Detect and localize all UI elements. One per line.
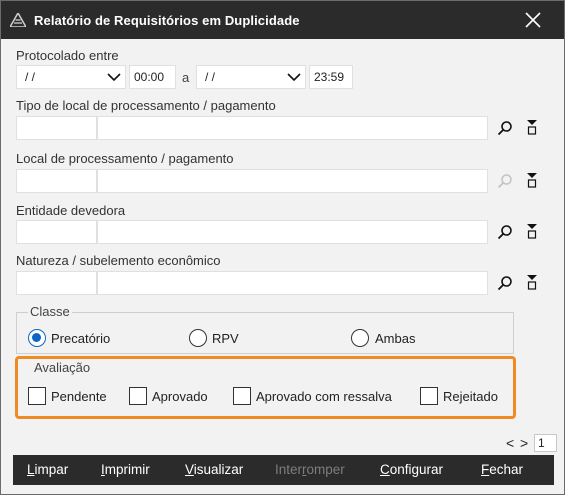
report-dialog: Relatório de Requisitórios em Duplicidad… [0,0,565,495]
radio-ambas-label[interactable]: Ambas [375,331,415,346]
natureza-code-input[interactable] [16,271,97,295]
chevron-down-icon [107,73,121,82]
date-to-value: / / [205,70,216,84]
avaliacao-group-title: Avaliação [32,360,93,375]
radio-precatorio[interactable] [28,329,46,347]
chevron-down-icon [287,73,301,82]
checkbox-rejeitado[interactable] [420,387,438,405]
clear-filter-icon[interactable] [524,172,540,188]
configurar-label: onfigurar [389,462,444,477]
visualizar-mnemonic: V [185,462,194,477]
interromper-label-pre: Inter [275,462,303,477]
natureza-desc-input[interactable] [97,271,488,295]
search-icon[interactable] [497,120,513,136]
checkbox-aprovado-label[interactable]: Aprovado [152,389,208,404]
tipo-local-code-input[interactable] [16,116,97,140]
page-number-input[interactable]: 1 [534,434,557,452]
radio-rpv-label[interactable]: RPV [212,331,239,346]
radio-precatorio-label[interactable]: Precatório [51,331,110,346]
checkbox-aprovado-ressalva-label[interactable]: Aprovado com ressalva [256,389,392,404]
window-title: Relatório de Requisitórios em Duplicidad… [34,13,300,28]
imprimir-label: mprimir [104,462,150,477]
tipo-local-label: Tipo de local de processamento / pagamen… [16,98,276,113]
radio-ambas[interactable] [351,329,369,347]
radio-rpv[interactable] [189,329,207,347]
configurar-mnemonic: C [380,462,390,477]
between-label: a [182,70,190,85]
local-label: Local de processamento / pagamento [16,151,234,166]
limpar-button[interactable]: Limpar [27,462,68,477]
search-icon[interactable] [497,275,513,291]
entidade-label: Entidade devedora [16,203,126,218]
date-to-select[interactable]: / / [196,65,306,89]
checkbox-pendente-label[interactable]: Pendente [51,389,107,404]
local-desc-input[interactable] [97,169,488,193]
limpar-mnemonic: L [27,462,35,477]
time-to-input[interactable]: 23:59 [309,65,353,89]
entidade-code-input[interactable] [16,220,97,244]
visualizar-label: isualizar [193,462,244,477]
checkbox-rejeitado-label[interactable]: Rejeitado [443,389,498,404]
local-code-input[interactable] [16,169,97,193]
close-icon[interactable] [522,9,544,31]
clear-filter-icon[interactable] [524,223,540,239]
next-page-button[interactable]: > [520,435,528,451]
search-icon[interactable] [497,173,513,189]
classe-group-title: Classe [28,304,72,319]
prev-page-button[interactable]: < [506,435,514,451]
entidade-desc-input[interactable] [97,220,488,244]
action-bar: Limpar Imprimir Visualizar Interromper C… [13,455,554,485]
app-logo-icon [10,13,26,27]
date-from-value: / / [25,70,36,84]
interromper-button[interactable]: Interromper [275,462,345,477]
search-icon[interactable] [497,224,513,240]
tipo-local-desc-input[interactable] [97,116,488,140]
fechar-button[interactable]: Fechar [481,462,523,477]
protocolado-label: Protocolado entre [16,48,119,63]
visualizar-button[interactable]: Visualizar [185,462,243,477]
checkbox-pendente[interactable] [28,387,46,405]
configurar-button[interactable]: Configurar [380,462,443,477]
checkbox-aprovado-ressalva[interactable] [233,387,251,405]
natureza-label: Natureza / subelemento econômico [16,253,221,268]
clear-filter-icon[interactable] [524,274,540,290]
fechar-mnemonic: F [481,462,490,477]
clear-filter-icon[interactable] [524,119,540,135]
fechar-label: echar [489,462,524,477]
date-from-select[interactable]: / / [16,65,126,89]
imprimir-button[interactable]: Imprimir [101,462,150,477]
limpar-label: impar [34,462,69,477]
title-bar: Relatório de Requisitórios em Duplicidad… [1,1,564,39]
time-from-input[interactable]: 00:00 [129,65,176,89]
checkbox-aprovado[interactable] [129,387,147,405]
interromper-label-post: omper [306,462,345,477]
